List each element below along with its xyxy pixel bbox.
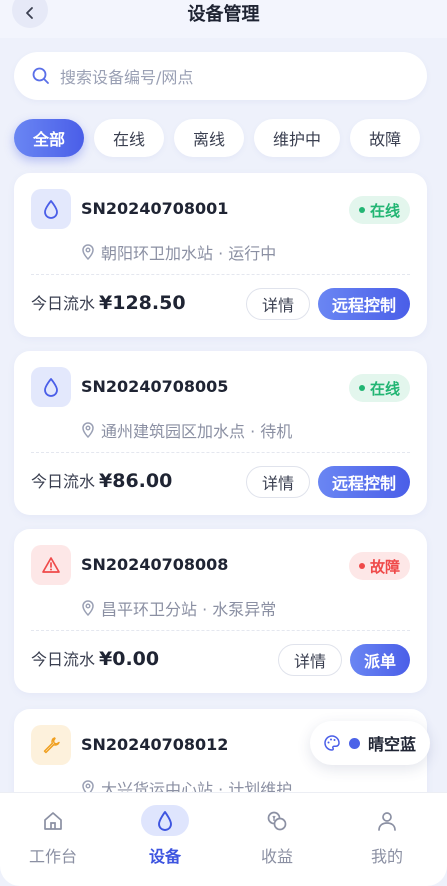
device-location: 昌平环卫分站 · 水泵异常 <box>81 596 276 620</box>
wrench-icon <box>43 737 60 754</box>
tab-label: 我的 <box>370 847 403 866</box>
detail-button[interactable]: 详情 <box>277 644 342 676</box>
device-icon-box <box>31 725 71 765</box>
filter-chip-offline[interactable]: 离线 <box>174 119 245 157</box>
detail-button[interactable]: 详情 <box>245 466 310 498</box>
device-location: 通州建筑园区加水点 · 待机 <box>81 418 292 442</box>
revenue-amount: ¥128.50 <box>99 292 186 314</box>
status-dot <box>358 207 365 213</box>
device-card[interactable]: SN20240708001 在线 朝阳环卫加水站 · 运行中 今日流水 ¥128… <box>14 173 427 337</box>
remote-control-button[interactable]: 远程控制 <box>317 466 410 498</box>
filter-chip-online[interactable]: 在线 <box>94 119 165 157</box>
tab-profile[interactable]: 我的 <box>342 805 432 867</box>
revenue-label: 今日流水 <box>31 650 96 669</box>
device-icon-box <box>31 189 71 229</box>
water-drop-icon <box>44 378 58 397</box>
header: 设备管理 <box>0 0 447 38</box>
revenue-amount: ¥0.00 <box>99 648 160 670</box>
status-badge: 在线 <box>348 196 410 224</box>
page-title: 设备管理 <box>187 4 260 25</box>
tab-devices[interactable]: 设备 <box>120 805 210 867</box>
device-serial: SN20240708001 <box>81 199 229 218</box>
tab-label: 收益 <box>260 847 293 866</box>
filter-chip-fault[interactable]: 故障 <box>350 119 421 157</box>
tab-icon-wrap <box>363 805 411 836</box>
device-card[interactable]: SN20240708005 在线 通州建筑园区加水点 · 待机 今日流水 ¥86… <box>14 351 427 515</box>
location-text: 通州建筑园区加水点 · 待机 <box>101 422 293 441</box>
location-pin-icon <box>82 422 94 438</box>
coins-icon <box>267 811 287 830</box>
revenue-label: 今日流水 <box>31 472 96 491</box>
search-placeholder: 搜索设备编号/网点 <box>60 68 194 87</box>
location-text: 昌平环卫分站 · 水泵异常 <box>101 600 277 619</box>
card-actions: 详情 远程控制 <box>245 466 410 498</box>
remote-control-button[interactable]: 远程控制 <box>317 288 410 320</box>
location-pin-icon <box>82 600 94 616</box>
home-icon <box>44 811 62 830</box>
theme-label: 晴空蓝 <box>368 735 417 754</box>
tab-icon-wrap <box>141 805 189 836</box>
warning-triangle-icon <box>42 557 60 573</box>
revenue-amount: ¥86.00 <box>99 470 173 492</box>
filter-chip-maintenance[interactable]: 维护中 <box>254 119 341 157</box>
status-text: 在线 <box>369 379 400 398</box>
divider <box>31 274 410 275</box>
theme-switch-button[interactable]: 晴空蓝 <box>310 721 430 765</box>
daily-revenue: 今日流水 ¥128.50 <box>31 290 186 314</box>
status-dot <box>358 563 365 569</box>
status-badge: 故障 <box>348 552 410 580</box>
user-icon <box>378 811 396 831</box>
palette-icon <box>324 735 340 751</box>
detail-button[interactable]: 详情 <box>245 288 310 320</box>
card-actions: 详情 派单 <box>277 644 410 676</box>
device-serial: SN20240708012 <box>81 735 229 754</box>
location-pin-icon <box>82 244 94 260</box>
water-drop-icon <box>44 200 58 219</box>
search-icon <box>32 67 49 84</box>
water-drop-icon <box>158 810 172 831</box>
divider <box>31 452 410 453</box>
device-card[interactable]: SN20240708008 故障 昌平环卫分站 · 水泵异常 今日流水 ¥0.0… <box>14 529 427 693</box>
filter-chip-all[interactable]: 全部 <box>14 119 85 157</box>
search-input[interactable]: 搜索设备编号/网点 <box>14 52 427 100</box>
status-badge: 在线 <box>348 374 410 402</box>
dispatch-order-button[interactable]: 派单 <box>349 644 410 676</box>
status-filter-bar: 全部 在线 离线 维护中 故障 <box>14 119 421 157</box>
tab-label: 工作台 <box>28 847 77 866</box>
revenue-label: 今日流水 <box>31 294 96 313</box>
card-actions: 详情 远程控制 <box>245 288 410 320</box>
divider <box>31 630 410 631</box>
status-text: 在线 <box>369 201 400 220</box>
tab-icon-wrap <box>253 805 301 836</box>
device-serial: SN20240708008 <box>81 555 229 574</box>
device-location: 朝阳环卫加水站 · 运行中 <box>81 240 276 264</box>
bottom-tab-bar: 工作台 设备 收益 我的 <box>0 792 447 886</box>
daily-revenue: 今日流水 ¥0.00 <box>31 646 159 670</box>
tab-icon-wrap <box>29 805 77 836</box>
location-text: 朝阳环卫加水站 · 运行中 <box>101 244 277 263</box>
tab-revenue[interactable]: 收益 <box>232 805 322 867</box>
daily-revenue: 今日流水 ¥86.00 <box>31 468 172 492</box>
theme-color-dot <box>349 737 360 749</box>
device-icon-box <box>31 545 71 585</box>
device-icon-box <box>31 367 71 407</box>
status-text: 故障 <box>369 557 400 576</box>
status-dot <box>358 385 365 391</box>
tab-label: 设备 <box>148 847 181 866</box>
device-serial: SN20240708005 <box>81 377 229 396</box>
tab-workbench[interactable]: 工作台 <box>8 805 98 867</box>
